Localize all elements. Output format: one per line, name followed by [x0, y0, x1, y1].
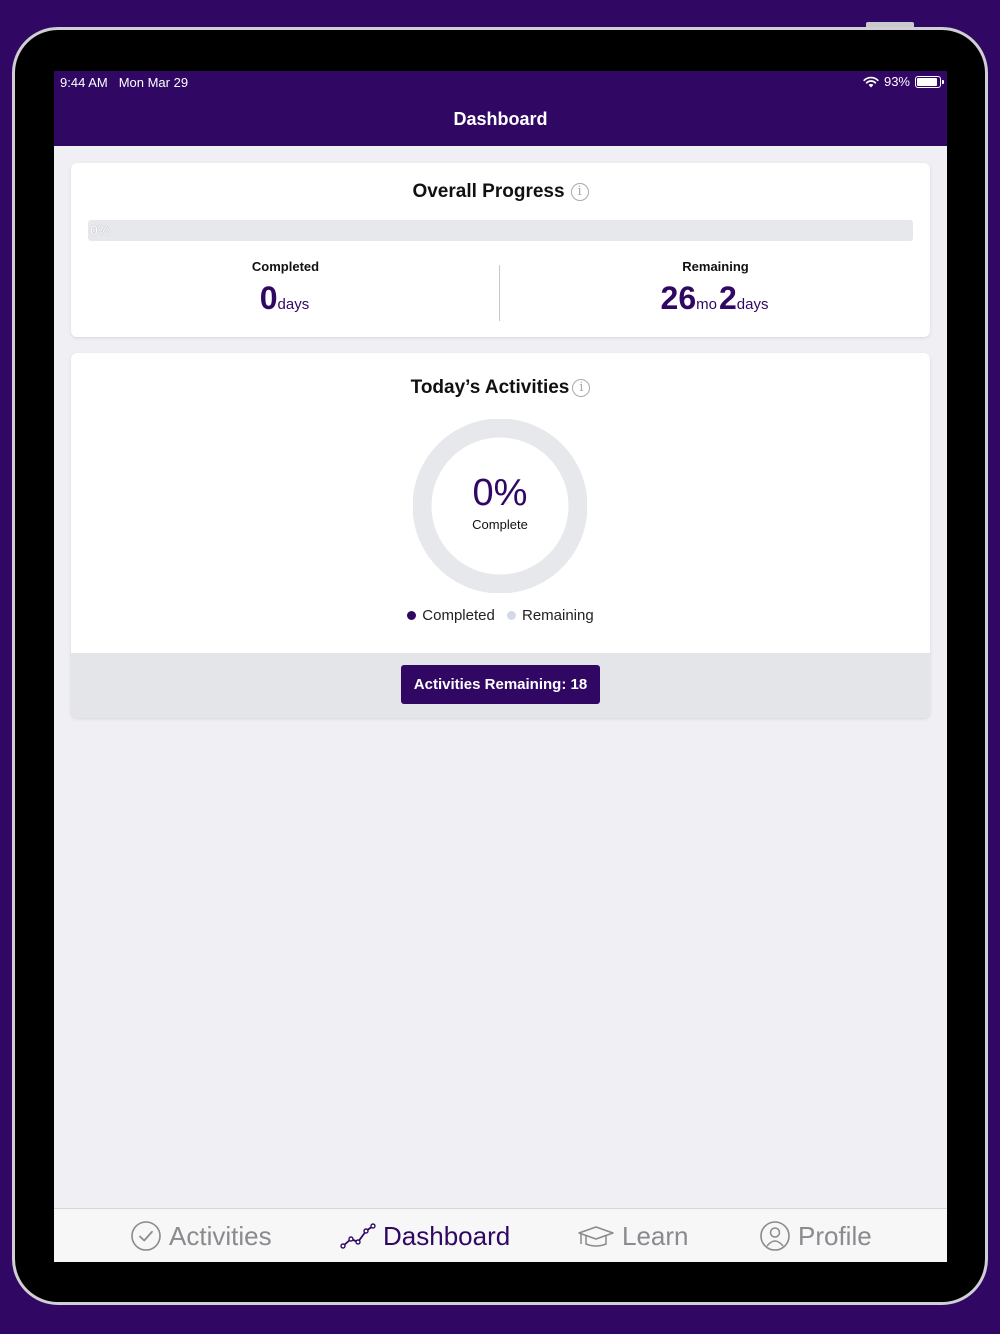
completed-value: 0days [71, 280, 500, 317]
remaining-months-number: 26 [660, 280, 697, 316]
overall-progress-bar: 0% [88, 220, 913, 241]
tab-profile[interactable]: Profile [759, 1209, 872, 1262]
completed-days-number: 0 [259, 280, 278, 316]
check-circle-icon [131, 1221, 161, 1251]
remaining-days-number: 2 [718, 280, 737, 316]
overall-progress-title-row: Overall Progress i [71, 181, 930, 203]
todays-activities-panel: Today’s Activities i 0% Complete Complete… [71, 353, 930, 653]
activities-remaining-button[interactable]: Activities Remaining: 18 [401, 665, 600, 704]
tab-profile-label: Profile [798, 1220, 872, 1251]
tab-learn[interactable]: Learn [577, 1209, 689, 1262]
donut-legend: Completed Remaining [71, 607, 930, 624]
stat-divider [499, 265, 500, 321]
status-bar: 9:44 AM Mon Mar 29 93% [54, 71, 947, 93]
remaining-stat: Remaining 26mo2days [501, 259, 930, 317]
status-date: Mon Mar 29 [118, 74, 189, 90]
page-title: Dashboard [453, 109, 548, 129]
navigation-bar: Dashboard [54, 93, 947, 146]
donut-caption: Complete [472, 517, 528, 532]
todays-activities-title: Today’s Activities [410, 377, 570, 398]
completed-stat: Completed 0days [71, 259, 500, 317]
remaining-days-unit: days [736, 296, 769, 313]
legend-remaining-label: Remaining [522, 607, 594, 624]
tab-activities[interactable]: Activities [130, 1209, 272, 1262]
battery-icon [915, 75, 944, 88]
todays-activities-card: Today’s Activities i 0% Complete Complete… [71, 353, 930, 718]
remaining-value: 26mo2days [501, 280, 930, 317]
battery-level [917, 77, 938, 86]
overall-progress-card: Overall Progress i 0% Completed 0days Rem… [71, 163, 930, 337]
line-chart-icon [340, 1223, 376, 1249]
activities-donut-chart: 0% Complete [412, 418, 588, 594]
app-screen: 9:44 AM Mon Mar 29 93% Dashboard Overall… [54, 71, 947, 1262]
legend-remaining: Remaining [507, 607, 594, 624]
tab-dashboard[interactable]: Dashboard [340, 1209, 510, 1262]
tab-learn-label: Learn [622, 1220, 689, 1251]
status-time: 9:44 AM [60, 74, 108, 90]
overall-progress-percent: 0% [90, 222, 111, 238]
graduation-cap-icon [578, 1226, 614, 1247]
legend-completed: Completed [407, 607, 495, 624]
legend-completed-label: Completed [422, 607, 495, 624]
todays-activities-title-row: Today’s Activities i [71, 377, 930, 399]
info-icon[interactable]: i [570, 183, 589, 201]
tab-activities-label: Activities [169, 1220, 272, 1251]
status-indicators: 93% [863, 74, 944, 89]
info-icon[interactable]: i [572, 379, 591, 397]
completed-label: Completed [251, 259, 320, 274]
legend-dot-remaining [507, 611, 516, 620]
tab-bar: Activities Dashboard Learn Profile [54, 1208, 947, 1262]
person-circle-icon [760, 1221, 790, 1251]
tab-dashboard-label: Dashboard [383, 1220, 511, 1251]
overall-progress-title: Overall Progress [412, 181, 565, 202]
donut-percent: 0% [472, 472, 528, 514]
remaining-months-unit: mo [696, 296, 717, 313]
legend-dot-completed [407, 611, 417, 620]
wifi-icon [863, 76, 879, 87]
battery-percent: 93% [883, 74, 910, 89]
donut-center: 0% Complete [413, 472, 587, 532]
completed-days-unit: days [277, 296, 310, 313]
remaining-label: Remaining [682, 259, 749, 274]
